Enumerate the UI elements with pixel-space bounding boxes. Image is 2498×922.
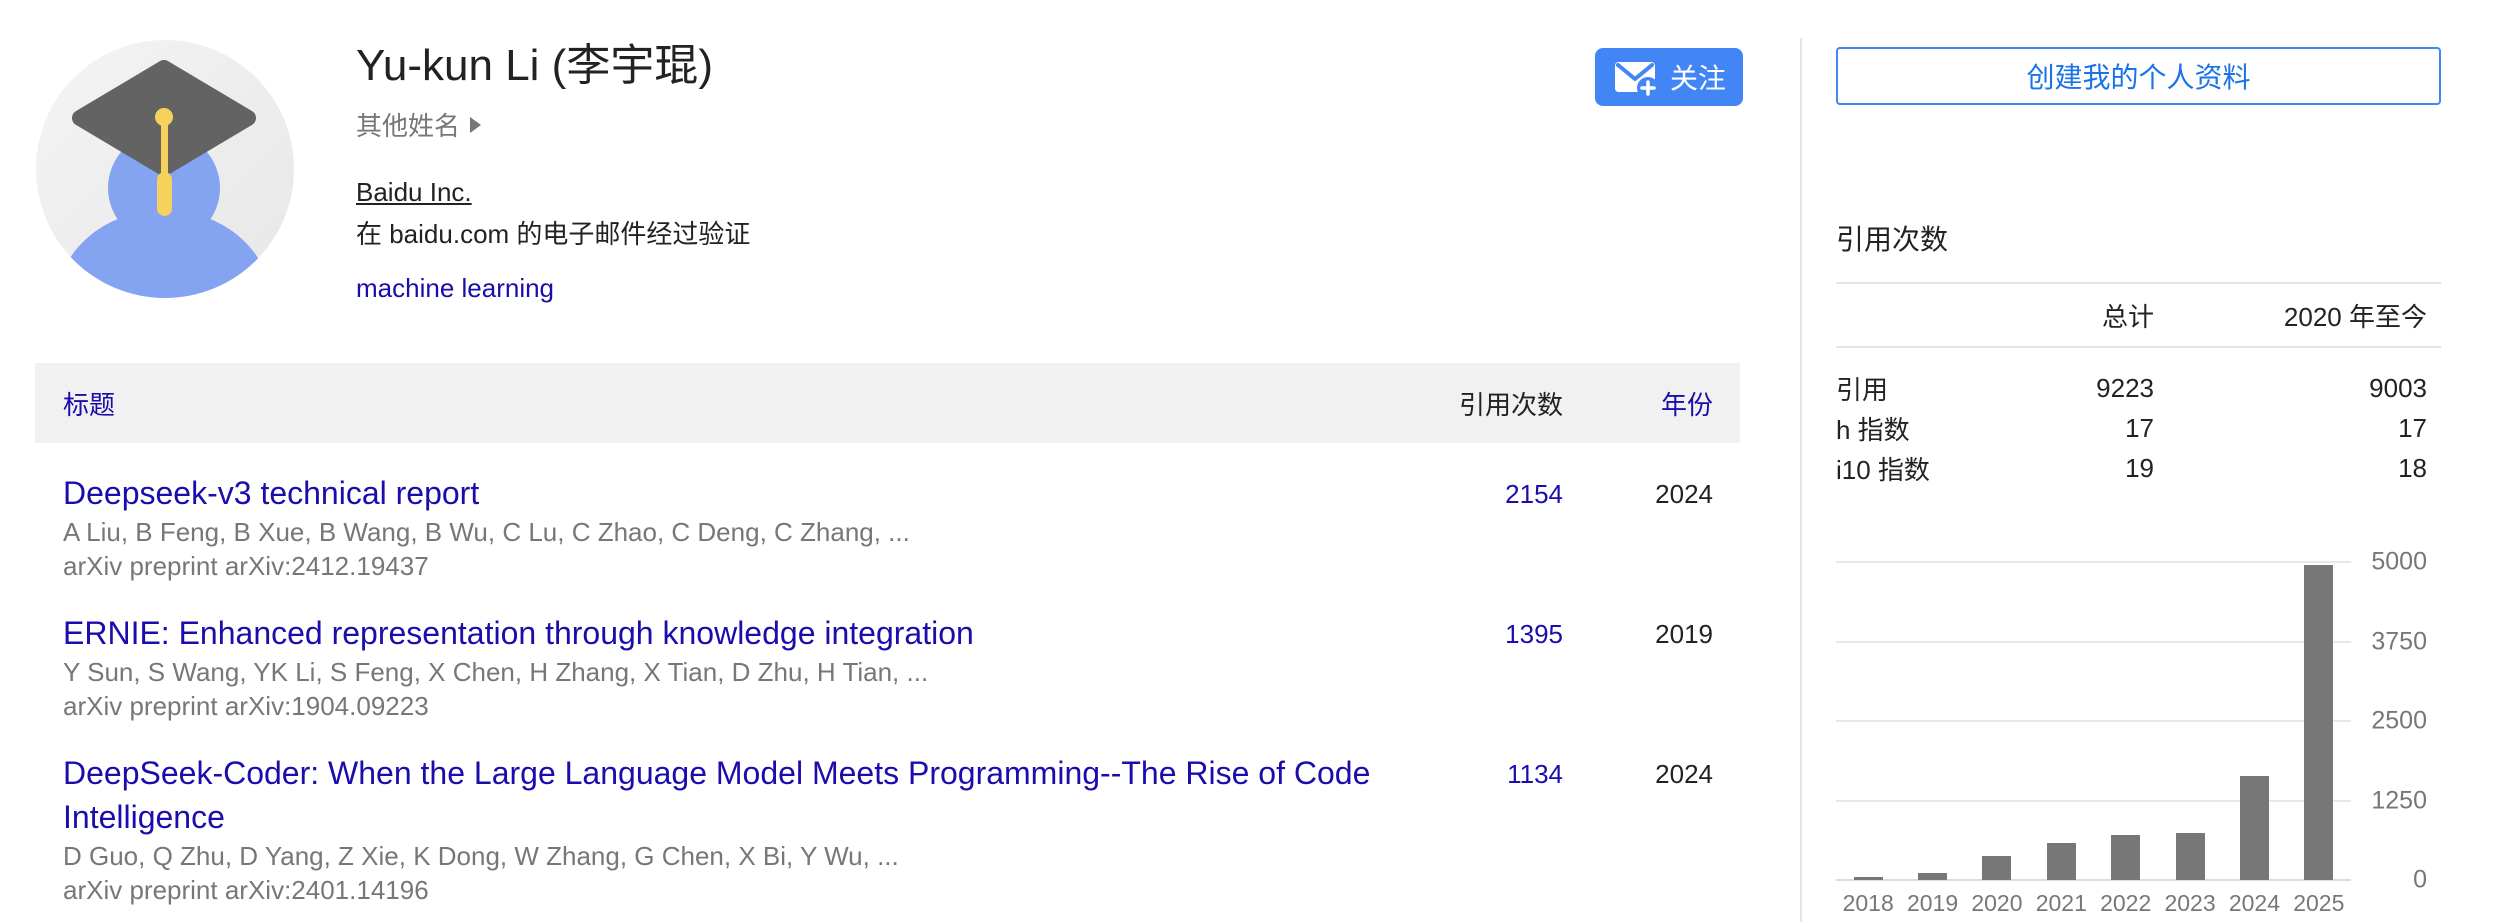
chart-xtick-label: 2024 (2222, 890, 2286, 917)
chart-ytick-label: 2500 (2371, 707, 2427, 736)
profile-avatar (36, 40, 294, 298)
citation-stats-panel: 引用次数 总计 2020 年至今 引用 9223 9003 h 指数 17 17… (1836, 218, 2441, 488)
cited-by-count-link[interactable]: 1134 (1507, 759, 1563, 789)
citation-stats-column-headers: 总计 2020 年至今 (1836, 282, 2441, 348)
chart-ytick-label: 5000 (2371, 548, 2427, 577)
article-title-link[interactable]: ERNIE: Enhanced representation through k… (63, 611, 974, 655)
chart-bar-2021[interactable] (2047, 843, 2076, 880)
stats-value-since: 18 (2154, 453, 2427, 484)
citations-chart-ylabels: 01250250037505000 (2351, 562, 2441, 880)
article-year: 2019 (1563, 611, 1713, 651)
chart-ytick-label: 0 (2413, 866, 2427, 895)
cited-by-count-link[interactable]: 2154 (1505, 479, 1563, 509)
article-row: ERNIE: Enhanced representation through k… (35, 583, 1740, 723)
chart-xtick-label: 2023 (2158, 890, 2222, 917)
chart-bar-slot (2094, 835, 2158, 880)
interest-link[interactable]: machine learning (356, 273, 554, 303)
stats-row-i10-index: i10 指数 19 18 (1836, 448, 2427, 488)
chart-xtick-label: 2025 (2287, 890, 2351, 917)
chart-xtick-label: 2020 (1965, 890, 2029, 917)
citations-chart: 01250250037505000 2018201920202021202220… (1836, 562, 2441, 917)
affiliation-link[interactable]: Baidu Inc. (356, 177, 472, 207)
stats-row-label: i10 指数 (1836, 450, 1994, 487)
follow-email-icon (1612, 54, 1658, 100)
chart-bar-2024[interactable] (2240, 776, 2269, 880)
cited-by-column-header: 引用次数 (1403, 385, 1563, 422)
chart-bar-slot (1965, 856, 2029, 880)
stats-value-since: 17 (2154, 413, 2427, 444)
citations-chart-bars (1836, 562, 2351, 880)
chart-bar-2025[interactable] (2304, 565, 2333, 880)
stats-value-all: 19 (1994, 453, 2154, 484)
other-names-label: 其他姓名 (356, 106, 460, 143)
chart-bar-2018[interactable] (1854, 877, 1883, 880)
chart-bar-2023[interactable] (2176, 833, 2205, 880)
chart-bar-slot (2029, 843, 2093, 880)
create-profile-label: 创建我的个人资料 (2026, 56, 2250, 96)
stats-value-since: 9003 (2154, 373, 2427, 404)
article-year: 2024 (1563, 471, 1713, 511)
follow-button-label: 关注 (1670, 57, 1726, 97)
chart-bar-slot (2158, 833, 2222, 880)
chart-ytick-label: 1250 (2371, 786, 2427, 815)
follow-button[interactable]: 关注 (1595, 48, 1743, 106)
expand-arrow-icon (470, 117, 481, 133)
stats-row-h-index: h 指数 17 17 (1836, 408, 2427, 448)
sort-by-title-link[interactable]: 标题 (63, 390, 115, 420)
article-year: 2024 (1563, 751, 1713, 791)
stats-col-all: 总计 (1994, 297, 2154, 334)
article-authors: D Guo, Q Zhu, D Yang, Z Xie, K Dong, W Z… (63, 839, 1403, 873)
sort-by-year-link[interactable]: 年份 (1661, 390, 1713, 420)
article-venue: arXiv preprint arXiv:1904.09223 (63, 689, 1403, 723)
chart-xtick-label: 2018 (1836, 890, 1900, 917)
profile-name: Yu-kun Li (李宇琨) (356, 38, 750, 94)
chart-xtick-label: 2019 (1900, 890, 1964, 917)
vertical-divider (1800, 38, 1802, 922)
article-row: Deepseek-v3 technical report A Liu, B Fe… (35, 443, 1740, 583)
stats-row-label: h 指数 (1836, 410, 1994, 447)
chart-xtick-label: 2021 (2029, 890, 2093, 917)
stats-col-since: 2020 年至今 (2154, 297, 2427, 334)
article-title-link[interactable]: DeepSeek-Coder: When the Large Language … (63, 751, 1403, 839)
articles-table: 标题 引用次数 年份 Deepseek-v3 technical report … (35, 363, 1740, 907)
citations-chart-xlabels: 20182019202020212022202320242025 (1836, 890, 2351, 917)
article-row: DeepSeek-Coder: When the Large Language … (35, 723, 1740, 907)
article-venue: arXiv preprint arXiv:2412.19437 (63, 549, 1403, 583)
articles-table-header: 标题 引用次数 年份 (35, 363, 1740, 443)
stats-value-all: 9223 (1994, 373, 2154, 404)
chart-bar-2020[interactable] (1982, 856, 2011, 880)
stats-value-all: 17 (1994, 413, 2154, 444)
verified-email: 在 baidu.com 的电子邮件经过验证 (356, 217, 750, 251)
article-title-link[interactable]: Deepseek-v3 technical report (63, 471, 479, 515)
article-authors: A Liu, B Feng, B Xue, B Wang, B Wu, C Lu… (63, 515, 1403, 549)
chart-xtick-label: 2022 (2094, 890, 2158, 917)
create-profile-button[interactable]: 创建我的个人资料 (1836, 47, 2441, 105)
other-names-toggle[interactable]: 其他姓名 (356, 106, 481, 143)
cited-by-count-link[interactable]: 1395 (1505, 619, 1563, 649)
chart-bar-slot (2287, 565, 2351, 880)
citation-stats-heading: 引用次数 (1836, 218, 2441, 258)
chart-ytick-label: 3750 (2371, 627, 2427, 656)
chart-bar-slot (1836, 877, 1900, 880)
article-venue: arXiv preprint arXiv:2401.14196 (63, 873, 1403, 907)
scholar-avatar-icon (36, 40, 294, 298)
chart-bar-2022[interactable] (2111, 835, 2140, 880)
profile-header: Yu-kun Li (李宇琨) 其他姓名 Baidu Inc. 在 baidu.… (356, 38, 750, 305)
citations-chart-plot (1836, 562, 2351, 880)
stats-row-citations: 引用 9223 9003 (1836, 368, 2427, 408)
chart-bar-slot (1900, 873, 1964, 880)
chart-bar-slot (2222, 776, 2286, 880)
chart-bar-2019[interactable] (1918, 873, 1947, 880)
article-authors: Y Sun, S Wang, YK Li, S Feng, X Chen, H … (63, 655, 1403, 689)
stats-row-label: 引用 (1836, 370, 1994, 407)
